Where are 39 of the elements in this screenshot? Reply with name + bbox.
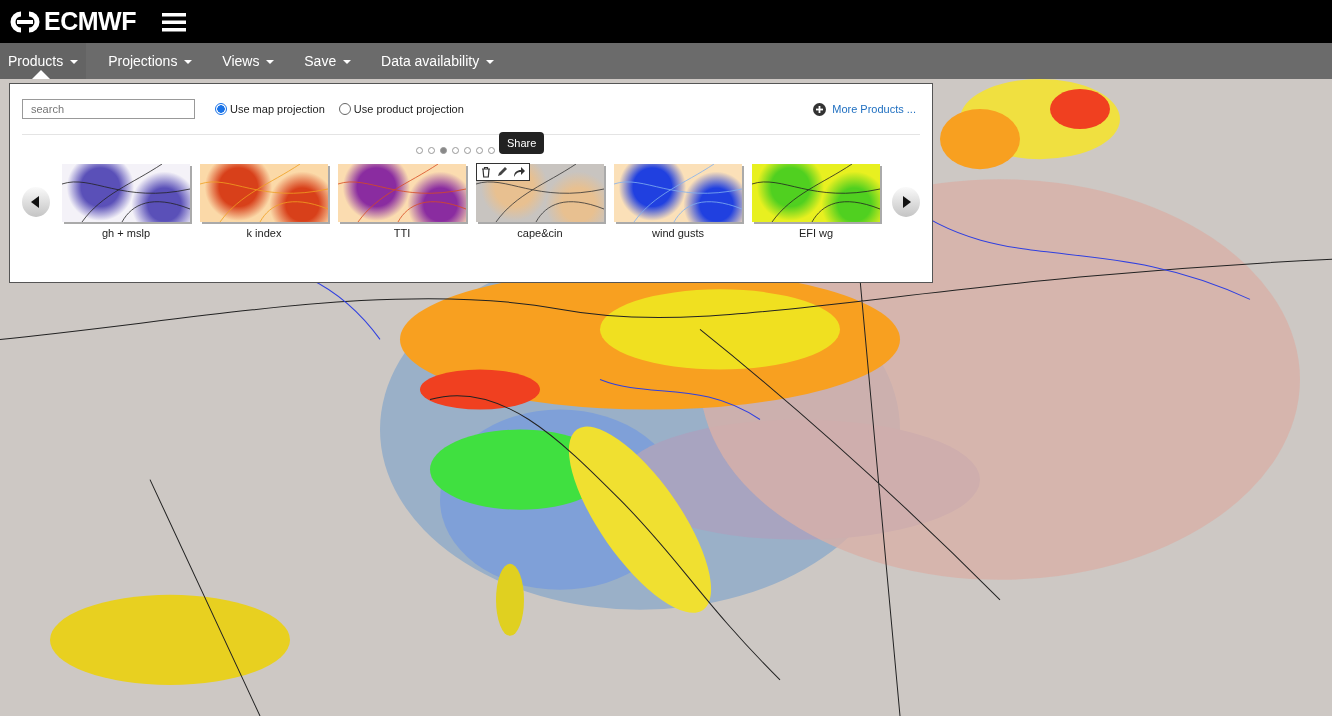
page-dot[interactable] bbox=[439, 147, 447, 154]
menu-item[interactable]: Projections bbox=[100, 43, 201, 79]
menu-icon[interactable] bbox=[161, 11, 186, 32]
product-label: gh + mslp bbox=[102, 227, 150, 239]
projection-option[interactable]: Use product projection bbox=[338, 103, 464, 115]
logo-icon bbox=[8, 10, 42, 33]
menu-item[interactable]: Products bbox=[0, 43, 87, 79]
projection-option[interactable]: Use map projection bbox=[215, 103, 325, 115]
caret-icon bbox=[343, 60, 352, 65]
product-thumbnail[interactable] bbox=[200, 164, 328, 222]
product-label: EFI wg bbox=[798, 227, 834, 239]
pencil-icon[interactable] bbox=[496, 166, 508, 178]
menu-item[interactable]: Save bbox=[296, 43, 360, 79]
product-thumbnail[interactable] bbox=[752, 164, 880, 222]
menu-item[interactable]: Data availability bbox=[373, 43, 503, 79]
search-field[interactable]: search bbox=[22, 99, 195, 119]
plus-icon bbox=[813, 102, 827, 116]
product-thumbnail[interactable] bbox=[338, 164, 466, 222]
radio-button[interactable] bbox=[215, 103, 227, 115]
caret-icon bbox=[266, 60, 275, 65]
share-icon[interactable] bbox=[512, 165, 526, 179]
right-triangle-icon bbox=[901, 195, 911, 208]
caret-icon bbox=[486, 60, 495, 65]
trash-icon[interactable] bbox=[480, 166, 492, 178]
product-label: cape&cin bbox=[517, 227, 563, 239]
product-thumbnail[interactable] bbox=[62, 164, 190, 222]
left-triangle-icon bbox=[31, 195, 41, 208]
product-label: TTI bbox=[393, 227, 411, 239]
share-tooltip: Share bbox=[499, 132, 545, 154]
logo[interactable]: ECMWF bbox=[8, 7, 136, 36]
product-thumbnail[interactable] bbox=[614, 164, 742, 222]
caret-icon bbox=[184, 60, 193, 65]
menu-item[interactable]: Views bbox=[214, 43, 283, 79]
next-button[interactable] bbox=[892, 186, 920, 217]
product-label: wind gusts bbox=[652, 227, 704, 239]
caret-icon bbox=[70, 60, 79, 65]
more-products-link[interactable]: More Products ... bbox=[813, 102, 916, 116]
previous-button[interactable] bbox=[22, 186, 50, 217]
product-label: k index bbox=[246, 227, 282, 239]
